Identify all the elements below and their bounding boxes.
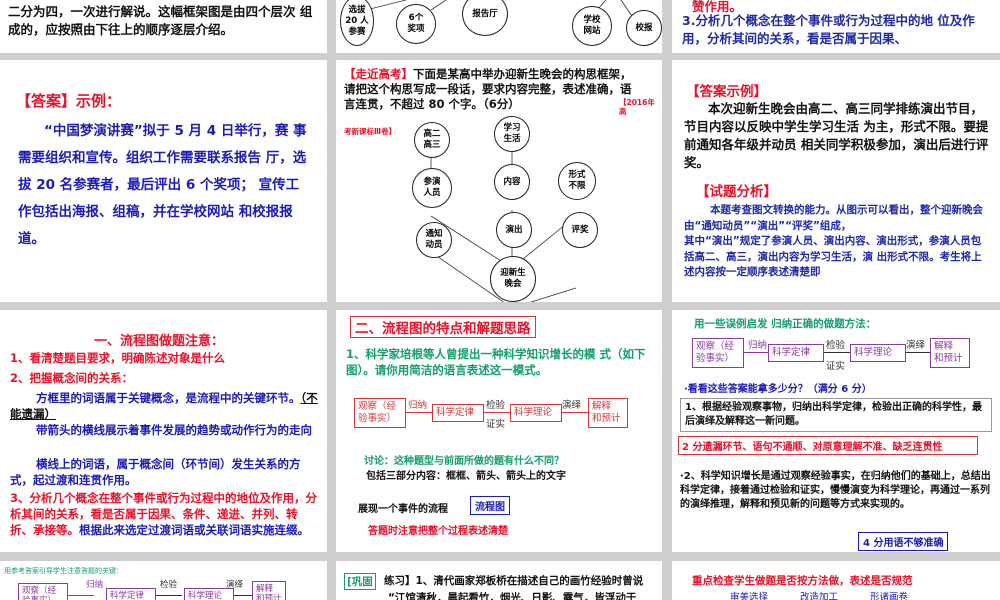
flow-law: 科学定律 [432,404,484,422]
flow2-label-verify: 证实 [826,361,846,372]
node-website: 学校 网站 [572,6,612,46]
slide-3-line2: 3.分析几个概念在整个事件或行为过程中的地 位及作用，分析其间的关系，看是否属于… [682,13,975,46]
point-3: 3、分析几个概念在整个事件或行为过程中的地位及作用，分析其间的关系，看是否属于因… [10,490,320,538]
node-form: 形式 不限 [558,162,596,200]
analysis-body: 本题考查图文转换的能力。从图示可以看出，整个迎新晚会由“通知动员”“演出”“评奖… [684,204,983,278]
flow-label-induct: 归纳 [408,400,428,411]
slide-9-title: 用一些误例启发 归纳正确的做题方法： [694,318,877,330]
point-3-hint: 根据此来选定过渡词语或关联词语实施连缀。 [79,523,309,537]
point-2c: 横线上的词语，属于概念间（环节间）发生关系的方式，起过渡和连贯作用。 [10,457,301,487]
slide-12-text: 重点检查学生做题是否按方法做，表述是否规范 [692,575,913,587]
slide-9[interactable]: 用一些误例启发 归纳正确的做题方法： 观察（经 验事实） 归纳 科学定律 检验 … [672,310,1000,552]
point-2a-text: 方框里的词语属于关键概念，是流程中的关键环节。 [36,391,301,405]
node-notify: 通知 动员 [416,222,452,258]
flow2-law: 科学定律 [768,344,824,362]
node-awards: 6个 奖项 [396,4,436,44]
slide-10-title: 用参考答案引导学生注意答题的关键： [4,567,123,575]
score-question: ·看看这些答案能拿多少分？（满分 6 分） [684,384,872,395]
flow3-explain: 解释 和预计 [252,581,286,600]
point-2b: 带箭头的横线展示着事件发展的趋势或动作行为的走向 [36,423,312,437]
discussion: 讨论：这种题型与前面所做的题有什么不同？ [364,456,564,467]
step-paint: 形诸画卷 [870,592,909,600]
flow3-observe: 观察（经 验事实） [18,583,68,600]
answer-example-body: 本次迎新生晚会由高二、高三同学排练演出节目，节目内容以反映中学生学习生活 为主，… [684,101,989,170]
flow2-arrow-3 [906,352,930,353]
slide-8-title: 二、流程图的特点和解题思路 [350,316,536,338]
slide-8[interactable]: 二、流程图的特点和解题思路 1、科学家培根等人曾提出一种科学知识增长的模 式（如… [336,310,662,552]
flow-arrow-3 [562,412,588,413]
flow3-label-induct: 归纳 [86,580,104,590]
answer-body: “中国梦演讲赛”拟于 5 月 4 日举行，赛 事需要组织和宣传。组织工作需要联系… [18,123,307,247]
node-newspaper: 校报 [626,10,662,46]
slide-2[interactable]: 选拔 20 人 参赛 6个 奖项 报告厅 学校 网站 校报 [336,0,662,53]
step-aesthetic: 审美选择 [730,592,769,600]
slide-10[interactable]: 用参考答案引导学生注意答题的关键： 观察（经 验事实） 归纳 科学定律 检验 科… [0,561,327,600]
flow3-law: 科学定律 [106,588,156,600]
flow-theory: 科学理论 [510,404,562,422]
flow3-arrow-1 [68,595,94,596]
comment-2: 4 分用语不够准确 [858,532,949,551]
answer-example-heading: 【答案示例】 [686,84,767,100]
flow2-label-deduce: 演绎 [906,340,926,351]
slide-8-question: 1、科学家培根等人曾提出一种科学知识增长的模 式（如下图）。请你用简洁的语言表述… [346,347,646,377]
node-perform: 演出 [496,212,532,248]
point-2a: 方框里的词语属于关键概念，是流程中的关键环节。（不能遗漏） [10,390,320,422]
point-1: 1、看清楚题目要求，明确陈述对象是什么 [10,351,225,365]
sample-answer-2: ·2、科学知识增长是通过观察经验事实，在归纳他们的基础上，总结出科学定律，接着通… [680,471,991,510]
flowchart-label: 流程图 [470,496,510,515]
practice-line-1: 练习】1、清代画家郑板桥在描述自己的画竹经验时曾说 [384,575,644,587]
flow-observe: 观察（经 验事实） [354,398,406,428]
flow-label-verify: 证实 [486,419,506,430]
slide-4[interactable]: 【答案】示例： “中国梦演讲赛”拟于 5 月 4 日举行，赛 事需要组织和宣传。… [0,60,327,302]
slide-3[interactable]: 赞作用。 3.分析几个概念在整个事件或行为过程中的地 位及作用，分析其间的关系，… [672,0,1000,53]
slide-sorter: 二分为四，一次进行解说。这幅框架图是由四个层次 组成的，应按照由下往上的顺序逐层… [0,0,1000,600]
flow2-label-induct: 归纳 [748,340,768,351]
flow2-arrow-2 [824,352,850,353]
flow2-observe: 观察（经 验事实） [692,338,744,368]
slide-11[interactable]: [巩固 练习】1、清代画家郑板桥在描述自己的画竹经验时曾说 “江馆清秋，晨起看竹… [336,561,662,600]
practice-tag: [巩固 [344,573,376,590]
flow-explain: 解释 和预计 [588,398,628,428]
point-2: 2、把握概念间的关系： [10,371,134,385]
flow-label-test: 检验 [486,400,506,411]
node-grade: 高二 高三 [414,122,450,158]
slide-5[interactable]: 【走近高考】下面是某高中举办迎新生晚会的构思框架，请把这个构思写成一段话，要求内… [336,60,662,302]
flow3-arrow-2 [156,595,182,596]
flow-label-deduce: 演绎 [562,400,582,411]
flow2-arrow-1 [744,352,768,353]
flow-arrow-1 [406,412,432,413]
sample-answer-1: 1、根据经验观察事物，归纳出科学定律，检验出正确的科学性，最后演绎及解释这一新问… [680,398,992,432]
practice-line-2: “江馆清秋，晨起看竹，烟光、日影、露气，皆浮动于 [388,592,637,600]
node-judge: 评奖 [562,212,598,248]
analysis-heading: 【试题分析】 [696,184,777,200]
node-study: 学习 生活 [494,116,530,152]
flow2-explain: 解释 和预计 [930,338,970,368]
answer-note: 答题时注意把整个过程表述清楚 [368,526,508,537]
three-parts: 包括三部分内容：框框、箭头、箭头上的文字 [366,471,566,482]
slide-12[interactable]: 重点检查学生做题是否按方法做，表述是否规范 审美选择 改造加工 形诸画卷 [672,561,1000,600]
step-refine: 改造加工 [800,592,839,600]
flow3-label-test: 检验 [160,580,178,590]
slide-1-text: 二分为四，一次进行解说。这幅框架图是由四个层次 组成的，应按照由下往上的顺序逐层… [8,4,313,37]
node-content: 内容 [494,164,530,200]
slide-6[interactable]: 【答案示例】 本次迎新生晚会由高二、高三同学排练演出节目，节目内容以反映中学生学… [672,60,1000,302]
show-process: 展现一个事件的流程 [358,504,448,515]
answer-heading: 【答案】示例： [16,92,122,110]
slide-1[interactable]: 二分为四，一次进行解说。这幅框架图是由四个层次 组成的，应按照由下往上的顺序逐层… [0,0,327,53]
flow2-label-test: 检验 [826,340,846,351]
flow3-label-deduce: 演绎 [226,580,244,590]
slide-7[interactable]: 一、流程图做题注意： 1、看清楚题目要求，明确陈述对象是什么 2、把握概念间的关… [0,310,327,552]
slide-7-title: 一、流程图做题注意： [94,334,225,349]
comment-1: 2 分遗漏环节、语句不通顺、对原意理解不准、缺乏连贯性 [678,436,978,455]
node-people: 参演 人员 [412,168,452,208]
node-party: 迎新生 晚会 [490,256,536,302]
flow-arrow-2 [484,412,510,413]
flow2-theory: 科学理论 [850,344,906,362]
